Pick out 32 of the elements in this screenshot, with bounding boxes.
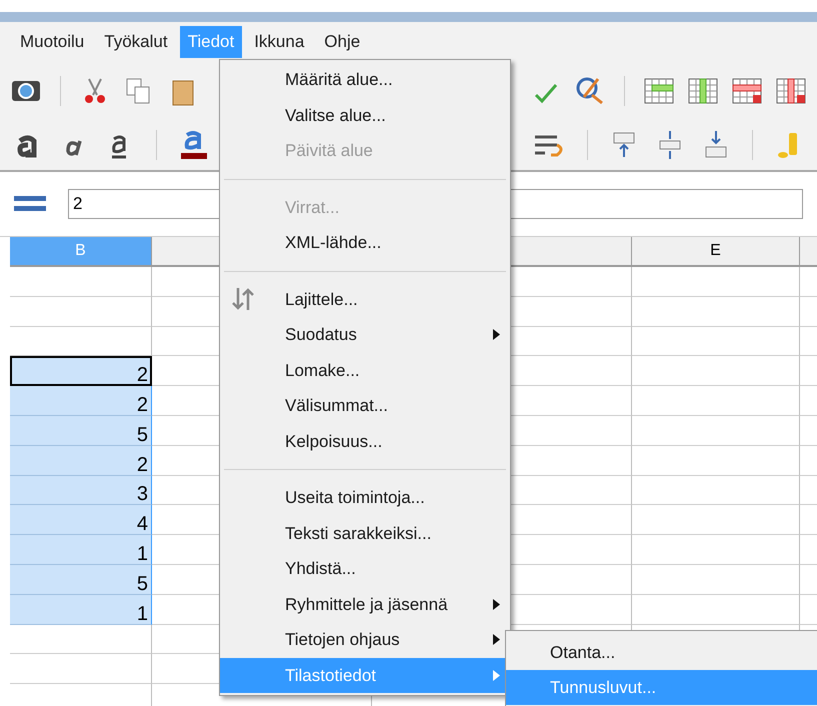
menu-item[interactable]: Ryhmittele ja jäsennä [220, 586, 510, 622]
table-cell: 1 [10, 535, 152, 565]
submenu-arrow-icon [493, 329, 500, 340]
menu-bar-item[interactable]: Muotoilu [12, 26, 92, 58]
sort-icon [230, 286, 256, 312]
table-cell: 3 [10, 476, 152, 506]
menu-item[interactable]: Lajittele... [220, 282, 510, 317]
menu-bar-item[interactable]: Ikkuna [246, 26, 312, 58]
menu-item[interactable]: Kelpoisuus... [220, 424, 510, 459]
menu-item[interactable]: XML-lähde... [220, 225, 510, 260]
menu-item[interactable]: Valitse alue... [220, 98, 510, 133]
table-cell: 5 [10, 416, 152, 446]
table-cell: 2 [10, 386, 152, 416]
menu-bar-item[interactable]: Ohje [316, 26, 368, 58]
menu-bar-item[interactable]: Työkalut [96, 26, 176, 58]
submenu-arrow-icon [493, 670, 500, 681]
formula-icon[interactable] [14, 194, 46, 214]
table-cell: 1 [10, 594, 152, 625]
table-cell: 5 [10, 564, 152, 595]
submenu-arrow-icon [493, 598, 500, 610]
table-cell: 2 [10, 356, 152, 386]
menu-item[interactable]: Teksti sarakkeiksi... [220, 516, 510, 551]
menu-item[interactable]: Lomake... [220, 352, 510, 388]
menu-item[interactable]: Suodatus [220, 317, 510, 352]
magnifier-pencil-icon[interactable] [574, 75, 606, 107]
menu-item[interactable]: Välisummat... [220, 388, 510, 424]
table-cell: 4 [10, 505, 152, 536]
menu-item[interactable]: Yhdistä... [220, 551, 510, 586]
submenu-arrow-icon [493, 634, 500, 646]
menu-item[interactable]: Useita toimintoja... [220, 480, 510, 516]
column-header[interactable]: E [632, 237, 800, 265]
table-cell: 2 [10, 446, 152, 476]
